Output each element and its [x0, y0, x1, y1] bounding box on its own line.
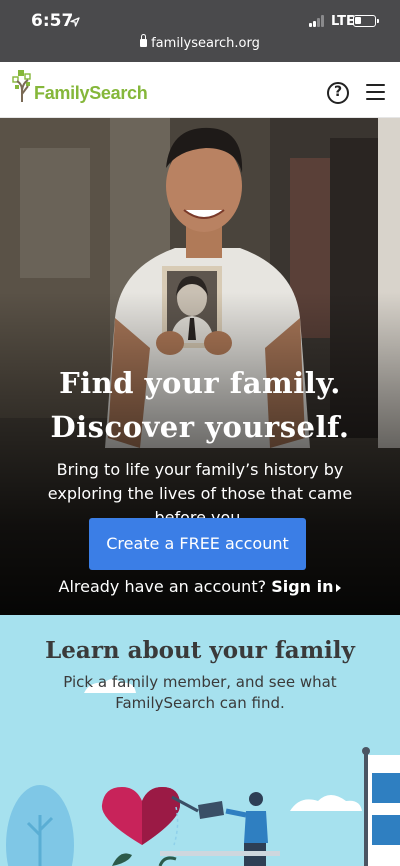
- signin-row: Already have an account? Sign in: [0, 577, 400, 596]
- signal-strength-icon: [309, 15, 326, 27]
- signin-prompt: Already have an account?: [58, 577, 267, 596]
- familysearch-logo[interactable]: FamilySearch: [12, 68, 182, 108]
- url-text: familysearch.org: [151, 36, 260, 51]
- lock-icon: [140, 34, 148, 47]
- hero-section: Find your family. Discover yourself. Bri…: [0, 118, 400, 615]
- site-header: FamilySearch ?: [0, 62, 400, 118]
- location-arrow-icon: [70, 17, 80, 27]
- sign-in-label: Sign in: [271, 577, 334, 596]
- learn-section-title: Learn about your family: [45, 637, 355, 664]
- learn-section: Learn about your family Pick a family me…: [0, 615, 400, 866]
- hero-title-line-1: Find your family.: [59, 366, 341, 400]
- learn-section-subtitle: Pick a family member, and see what Famil…: [63, 673, 337, 712]
- status-bar: 6:57 LTE familysearch.org: [0, 0, 400, 62]
- help-button[interactable]: ?: [327, 82, 349, 104]
- hero-title-line-2: Discover yourself.: [50, 410, 350, 444]
- sign-in-link[interactable]: Sign in: [271, 577, 342, 596]
- network-type: LTE: [331, 14, 355, 29]
- create-free-account-button[interactable]: Create a FREE account: [89, 518, 306, 570]
- logo-text: FamilySearch: [34, 83, 148, 103]
- status-time: 6:57: [31, 11, 74, 31]
- hero-title: Find your family. Discover yourself.: [0, 361, 400, 449]
- caret-right-icon: [336, 584, 342, 592]
- battery-icon: [353, 15, 379, 27]
- url-bar[interactable]: familysearch.org: [0, 34, 400, 56]
- hamburger-menu-icon[interactable]: [366, 84, 385, 101]
